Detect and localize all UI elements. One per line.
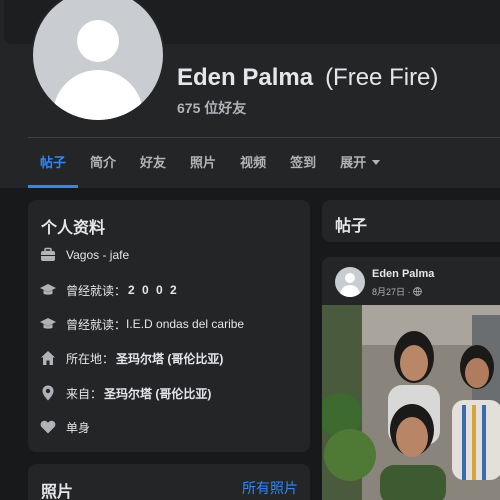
briefcase-icon (41, 247, 55, 261)
intro-item-lives-in-prefix: 所在地： (66, 351, 115, 366)
posts-title: 帖子 (335, 218, 368, 235)
intro-item-relationship: 单身 (40, 416, 90, 438)
intro-item-education-1-prefix: 曾经就读： (66, 283, 127, 298)
tab-posts[interactable]: 帖子 (28, 138, 79, 188)
avatar-body (53, 70, 143, 120)
intro-item-work: Vagos - jafe (40, 244, 129, 266)
post-meta: 8月27日 · (372, 285, 422, 298)
avatar-head (77, 20, 119, 62)
tab-check-ins[interactable]: 签到 (278, 138, 328, 188)
posts-header-card: 帖子 (322, 200, 500, 242)
globe-icon (412, 287, 422, 296)
intro-item-education-2: 曾经就读： I.E.D ondas del caribe (40, 313, 244, 335)
intro-item-relationship-value: 单身 (66, 420, 91, 435)
intro-item-education-1-value[interactable]: 2 0 0 2 (128, 283, 179, 297)
post-avatar-head (345, 273, 355, 283)
intro-item-work-value[interactable]: Vagos - jafe (66, 248, 129, 262)
caret-down-icon (372, 160, 381, 166)
post-date[interactable]: 8月27日 · (372, 285, 411, 298)
profile-name-alt: (Free Fire) (325, 64, 439, 91)
post-card: Eden Palma 8月27日 · (322, 257, 500, 500)
graduation-cap-icon (40, 284, 56, 295)
intro-item-from-value[interactable]: 圣玛尔塔 (哥伦比亚) (104, 385, 211, 402)
tab-more[interactable]: 展开 (328, 138, 392, 188)
all-photos-link[interactable]: 所有照片 (242, 478, 298, 498)
home-icon (41, 351, 55, 365)
profile-tabs: 帖子 简介 好友 照片 视频 签到 展开 (28, 138, 392, 188)
tab-videos[interactable]: 视频 (228, 138, 278, 188)
intro-item-lives-in-value[interactable]: 圣玛尔塔 (哥伦比亚) (116, 350, 223, 367)
tab-about[interactable]: 简介 (78, 138, 128, 188)
post-avatar-body (340, 285, 360, 297)
graduation-cap-icon (40, 318, 56, 329)
post-photo[interactable] (322, 305, 500, 500)
tab-friends[interactable]: 好友 (128, 138, 178, 188)
post-photo-image (322, 305, 500, 500)
photos-card: 照片 所有照片 (28, 464, 310, 500)
intro-item-from: 来自： 圣玛尔塔 (哥伦比亚) (40, 382, 211, 404)
post-author-avatar[interactable] (335, 267, 365, 297)
intro-item-education-2-prefix: 曾经就读： (66, 317, 127, 332)
intro-item-from-prefix: 来自： (66, 386, 103, 401)
intro-item-education-1: 曾经就读： 2 0 0 2 (40, 279, 179, 301)
photos-title: 照片 (41, 484, 74, 500)
tab-photos[interactable]: 照片 (178, 138, 228, 188)
intro-title: 个人资料 (41, 220, 106, 237)
intro-item-education-2-value[interactable]: I.E.D ondas del caribe (126, 317, 244, 331)
tab-more-label: 展开 (340, 155, 367, 170)
heart-icon (40, 420, 56, 434)
profile-name: Eden Palma (Free Fire) (177, 64, 438, 92)
intro-item-lives-in: 所在地： 圣玛尔塔 (哥伦比亚) (40, 347, 223, 369)
friends-count[interactable]: 675 位好友 (177, 98, 246, 118)
post-author-name[interactable]: Eden Palma (372, 268, 434, 280)
profile-name-main: Eden Palma (177, 64, 314, 91)
location-pin-icon (42, 385, 54, 401)
